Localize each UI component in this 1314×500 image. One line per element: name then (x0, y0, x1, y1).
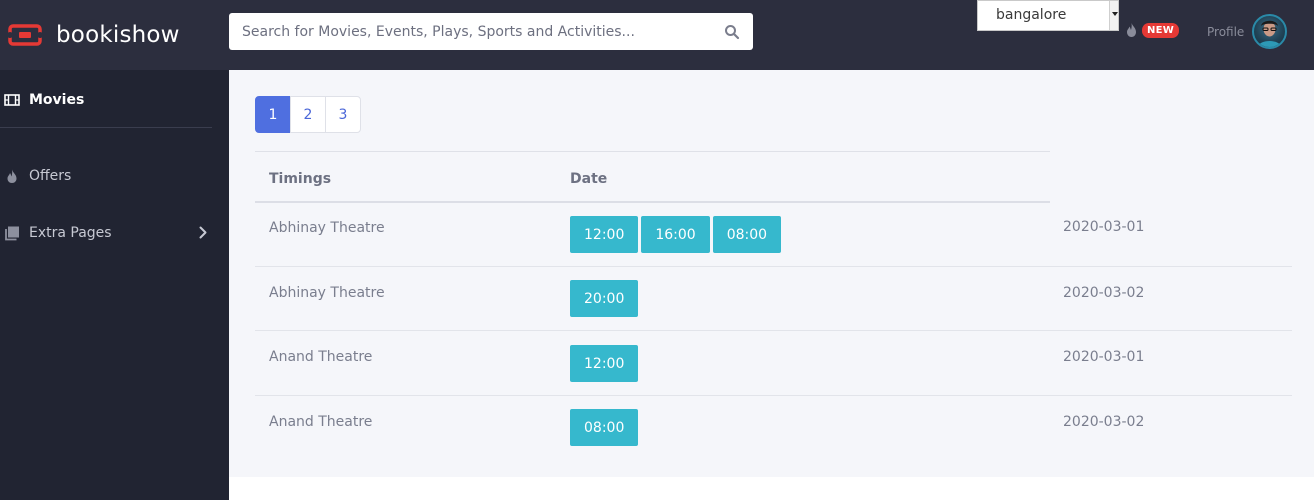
page-button-1[interactable]: 1 (255, 96, 291, 133)
new-badge: NEW (1142, 22, 1180, 38)
show-date: 2020-03-02 (1063, 285, 1145, 301)
main-content: 1 2 3 Timings Date Abhinay Theatre 12:00… (229, 70, 1314, 477)
city-selected-value: bangalore (996, 7, 1067, 23)
sidebar-item-extra-pages[interactable]: Extra Pages (0, 221, 229, 245)
theatre-name: Abhinay Theatre (269, 220, 385, 236)
sidebar-item-label: Movies (29, 92, 85, 108)
theatre-name: Anand Theatre (269, 414, 373, 430)
chevron-right-icon[interactable] (199, 226, 207, 239)
showtime-button[interactable]: 08:00 (712, 216, 782, 253)
showtime-list: 12:00 16:00 08:00 (570, 216, 784, 253)
showtime-list: 20:00 (570, 280, 641, 317)
sidebar-item-label: Offers (29, 168, 72, 184)
showtime-button[interactable]: 20:00 (570, 280, 639, 317)
pages-icon (5, 226, 19, 241)
column-header-timings: Timings (269, 171, 332, 187)
fire-icon (7, 169, 17, 183)
theatre-name: Abhinay Theatre (269, 285, 385, 301)
table-top-border (255, 151, 1050, 152)
search-input[interactable] (229, 13, 753, 50)
pagination: 1 2 3 (255, 96, 361, 133)
showtime-button[interactable]: 12:00 (570, 216, 639, 253)
column-header-date: Date (570, 171, 608, 187)
profile-label[interactable]: Profile (1207, 25, 1244, 39)
theatre-name: Anand Theatre (269, 349, 373, 365)
page-button-3[interactable]: 3 (325, 96, 361, 133)
page-button-2[interactable]: 2 (290, 96, 326, 133)
show-date: 2020-03-01 (1063, 349, 1145, 365)
avatar[interactable] (1252, 14, 1287, 49)
showtime-list: 08:00 (570, 409, 641, 446)
show-date: 2020-03-02 (1063, 414, 1145, 430)
dropdown-arrow-icon[interactable] (1109, 1, 1118, 30)
sidebar-divider (0, 127, 212, 128)
user-avatar-icon (1258, 20, 1281, 47)
film-icon (4, 94, 20, 106)
table-row: Abhinay Theatre 12:00 16:00 08:00 2020-0… (255, 203, 1292, 267)
ticket-logo-icon (8, 24, 42, 46)
city-select[interactable]: bangalore (977, 0, 1119, 31)
table-row: Anand Theatre 08:00 2020-03-02 (255, 396, 1292, 460)
sidebar: Movies Offers Extra Pages (0, 70, 229, 500)
table-row: Anand Theatre 12:00 2020-03-01 (255, 332, 1292, 396)
brand-logo[interactable]: bookishow (8, 20, 180, 50)
show-date: 2020-03-01 (1063, 219, 1145, 235)
new-features-link[interactable]: NEW (1125, 22, 1180, 38)
top-navbar: bookishow bangalore NEW Profile (0, 0, 1314, 70)
showtime-button[interactable]: 08:00 (570, 409, 639, 446)
sidebar-item-label: Extra Pages (29, 225, 112, 241)
showtime-button[interactable]: 12:00 (570, 345, 639, 382)
search-icon[interactable] (724, 24, 740, 40)
sidebar-item-offers[interactable]: Offers (0, 164, 229, 188)
sidebar-item-movies[interactable]: Movies (0, 88, 229, 112)
showtime-button[interactable]: 16:00 (641, 216, 710, 253)
search-bar (229, 13, 753, 50)
table-row: Abhinay Theatre 20:00 2020-03-02 (255, 267, 1292, 331)
showtime-list: 12:00 (570, 345, 641, 382)
fire-icon (1127, 23, 1136, 37)
brand-name: bookishow (56, 22, 180, 48)
